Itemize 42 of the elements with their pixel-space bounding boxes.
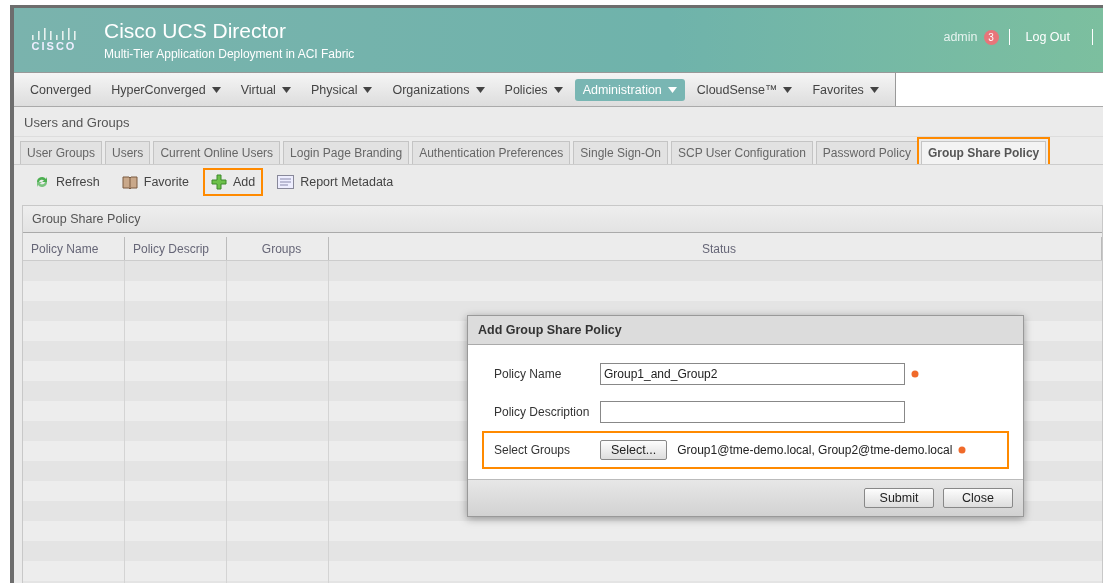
- field-label: Policy Name: [494, 367, 563, 381]
- toolbar-button[interactable]: Add: [202, 168, 264, 196]
- dialog-button[interactable]: Close: [943, 488, 1013, 508]
- menu-item[interactable]: Favorites: [804, 78, 887, 101]
- plus-icon: [210, 174, 227, 190]
- select-button[interactable]: Select...: [600, 440, 668, 460]
- input-field[interactable]: Group1_and_Group2: [600, 363, 905, 385]
- menu-item[interactable]: Converged: [22, 78, 100, 101]
- menu-item[interactable]: Virtual: [232, 78, 299, 101]
- menu-item[interactable]: CloudSense™: [688, 78, 801, 101]
- field-label: Policy Description: [494, 405, 591, 419]
- tab[interactable]: Users: [105, 141, 151, 164]
- tab[interactable]: Authentication Preferences: [412, 141, 571, 164]
- logo-bars-icon: [32, 28, 76, 40]
- dialog-title: Add Group Share Policy: [468, 316, 1023, 345]
- column-header[interactable]: Status: [329, 237, 1102, 260]
- menu-item[interactable]: Policies: [496, 78, 571, 101]
- toolbar-button[interactable]: Favorite: [113, 169, 197, 195]
- field-label: Select Groups: [494, 443, 572, 457]
- book-icon: [121, 175, 138, 189]
- document-icon: [277, 175, 295, 189]
- tab[interactable]: SCP User Configuration: [671, 141, 813, 164]
- brand-logo: CISCO: [31, 40, 77, 52]
- tab[interactable]: Password Policy: [815, 141, 918, 164]
- tab[interactable]: User Groups: [20, 141, 103, 164]
- toolbar-button[interactable]: Refresh: [26, 168, 108, 196]
- app-title: Cisco UCS Director: [104, 19, 288, 43]
- column-header[interactable]: Groups: [227, 237, 329, 260]
- menu-item[interactable]: Physical: [302, 78, 381, 101]
- input-field[interactable]: [600, 401, 905, 423]
- selected-groups: Group1@tme-demo.local, Group2@tme-demo.local: [677, 443, 953, 457]
- toolbar-button[interactable]: Report Metadata: [269, 169, 402, 195]
- column-header[interactable]: Policy Descrip: [125, 237, 227, 260]
- refresh-icon: [34, 174, 50, 190]
- tab[interactable]: Current Online Users: [153, 141, 281, 164]
- app-subtitle: Multi-Tier Application Deployment in ACI Fabric: [104, 47, 355, 61]
- menu-item[interactable]: HyperConverged: [103, 78, 229, 101]
- dialog-button[interactable]: Submit: [864, 488, 934, 508]
- tab[interactable]: Login Page Branding: [283, 141, 410, 164]
- column-header[interactable]: Policy Name: [23, 237, 125, 260]
- tab[interactable]: Single Sign-On: [573, 141, 668, 164]
- menu-item[interactable]: Organizations: [384, 78, 493, 101]
